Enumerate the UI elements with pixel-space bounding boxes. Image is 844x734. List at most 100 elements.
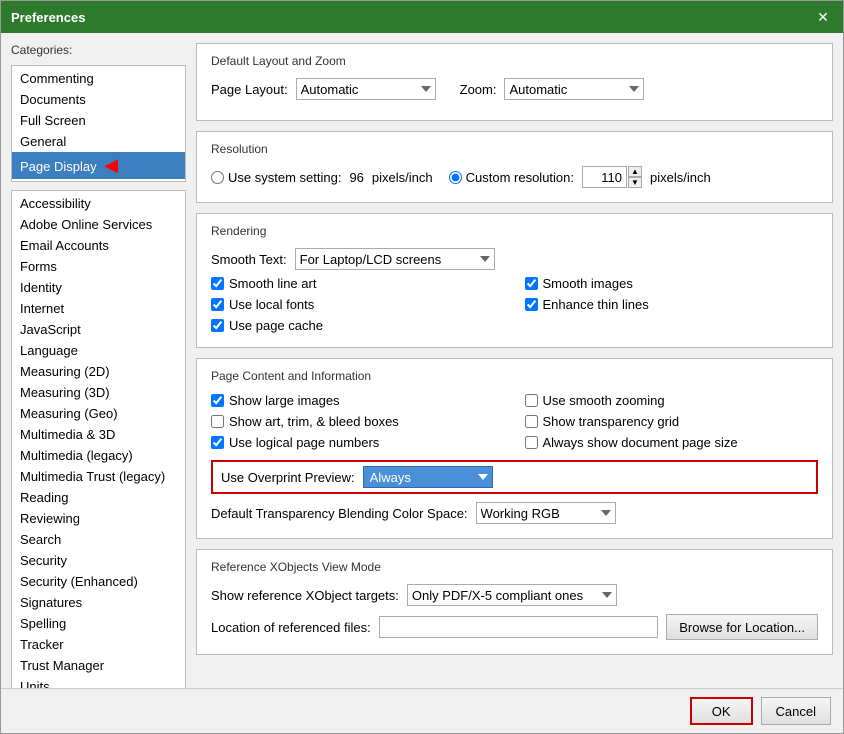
use-page-cache-label: Use page cache bbox=[229, 318, 323, 333]
sidebar-item-trust-manager[interactable]: Trust Manager bbox=[12, 655, 185, 676]
system-value: 96 bbox=[349, 170, 363, 185]
custom-resolution-input[interactable] bbox=[582, 166, 627, 188]
use-smooth-zooming-label: Use smooth zooming bbox=[543, 393, 665, 408]
dialog-title: Preferences bbox=[11, 10, 85, 25]
preferences-dialog: Preferences ✕ Categories: Commenting Doc… bbox=[0, 0, 844, 734]
location-input[interactable] bbox=[379, 616, 659, 638]
transparency-row: Default Transparency Blending Color Spac… bbox=[211, 502, 818, 524]
sidebar-item-multimedia-legacy[interactable]: Multimedia (legacy) bbox=[12, 445, 185, 466]
sidebar-item-internet[interactable]: Internet bbox=[12, 298, 185, 319]
location-label: Location of referenced files: bbox=[211, 620, 371, 635]
sidebar-item-measuring-2d[interactable]: Measuring (2D) bbox=[12, 361, 185, 382]
show-ref-select[interactable]: Only PDF/X-5 compliant ones All None bbox=[407, 584, 617, 606]
sidebar-section-1: Commenting Documents Full Screen General… bbox=[11, 65, 186, 182]
always-show-doc-size-checkbox[interactable] bbox=[525, 436, 538, 449]
browse-for-location-button[interactable]: Browse for Location... bbox=[666, 614, 818, 640]
smooth-text-label: Smooth Text: bbox=[211, 252, 287, 267]
show-art-trim-checkbox[interactable] bbox=[211, 415, 224, 428]
sidebar-item-general[interactable]: General bbox=[12, 131, 185, 152]
xobjects-title: Reference XObjects View Mode bbox=[211, 560, 818, 574]
sidebar-item-reading[interactable]: Reading bbox=[12, 487, 185, 508]
show-transparency-grid-checkbox[interactable] bbox=[525, 415, 538, 428]
cancel-button[interactable]: Cancel bbox=[761, 697, 831, 725]
resolution-title: Resolution bbox=[211, 142, 818, 156]
use-system-label: Use system setting: bbox=[228, 170, 341, 185]
use-page-cache-checkbox[interactable] bbox=[211, 319, 224, 332]
dialog-body: Categories: Commenting Documents Full Sc… bbox=[1, 33, 843, 688]
use-local-fonts-item: Use local fonts bbox=[211, 297, 505, 312]
categories-label: Categories: bbox=[11, 43, 186, 57]
sidebar-item-adobe-online[interactable]: Adobe Online Services bbox=[12, 214, 185, 235]
custom-radio[interactable] bbox=[449, 171, 462, 184]
sidebar-section-2: Accessibility Adobe Online Services Emai… bbox=[11, 190, 186, 688]
use-logical-page-item: Use logical page numbers bbox=[211, 435, 505, 450]
smooth-images-item: Smooth images bbox=[525, 276, 819, 291]
dialog-footer: OK Cancel bbox=[1, 688, 843, 733]
overprint-select[interactable]: Always Never Only for PDF/X bbox=[363, 466, 493, 488]
sidebar-item-security[interactable]: Security bbox=[12, 550, 185, 571]
sidebar: Categories: Commenting Documents Full Sc… bbox=[11, 43, 186, 678]
spin-buttons: ▲ ▼ bbox=[628, 166, 642, 188]
overprint-row: Use Overprint Preview: Always Never Only… bbox=[211, 460, 818, 494]
sidebar-item-measuring-geo[interactable]: Measuring (Geo) bbox=[12, 403, 185, 424]
transparency-select[interactable]: Working RGB Working CMYK bbox=[476, 502, 616, 524]
custom-value-wrap: ▲ ▼ bbox=[582, 166, 642, 188]
sidebar-item-measuring-3d[interactable]: Measuring (3D) bbox=[12, 382, 185, 403]
use-page-cache-item: Use page cache bbox=[211, 318, 505, 333]
custom-resolution-label: Custom resolution: bbox=[466, 170, 574, 185]
sidebar-item-full-screen[interactable]: Full Screen bbox=[12, 110, 185, 131]
sidebar-item-email-accounts[interactable]: Email Accounts bbox=[12, 235, 185, 256]
sidebar-item-commenting[interactable]: Commenting bbox=[12, 68, 185, 89]
use-logical-page-checkbox[interactable] bbox=[211, 436, 224, 449]
sidebar-item-javascript[interactable]: JavaScript bbox=[12, 319, 185, 340]
rendering-title: Rendering bbox=[211, 224, 818, 238]
use-smooth-zooming-checkbox[interactable] bbox=[525, 394, 538, 407]
spin-up-button[interactable]: ▲ bbox=[628, 166, 642, 177]
enhance-thin-lines-label: Enhance thin lines bbox=[543, 297, 649, 312]
sidebar-item-spelling[interactable]: Spelling bbox=[12, 613, 185, 634]
transparency-label: Default Transparency Blending Color Spac… bbox=[211, 506, 468, 521]
use-smooth-zooming-item: Use smooth zooming bbox=[525, 393, 819, 408]
pixels-inch2-label: pixels/inch bbox=[650, 170, 711, 185]
sidebar-item-units[interactable]: Units bbox=[12, 676, 185, 688]
sidebar-item-signatures[interactable]: Signatures bbox=[12, 592, 185, 613]
resolution-section: Resolution Use system setting: 96 pixels… bbox=[196, 131, 833, 203]
show-art-trim-label: Show art, trim, & bleed boxes bbox=[229, 414, 399, 429]
layout-zoom-row: Page Layout: Automatic Single Page Two-U… bbox=[211, 78, 818, 100]
enhance-thin-lines-checkbox[interactable] bbox=[525, 298, 538, 311]
sidebar-item-reviewing[interactable]: Reviewing bbox=[12, 508, 185, 529]
rendering-section: Rendering Smooth Text: For Laptop/LCD sc… bbox=[196, 213, 833, 348]
show-large-images-item: Show large images bbox=[211, 393, 505, 408]
sidebar-item-multimedia-3d[interactable]: Multimedia & 3D bbox=[12, 424, 185, 445]
show-art-trim-item: Show art, trim, & bleed boxes bbox=[211, 414, 505, 429]
use-system-radio[interactable] bbox=[211, 171, 224, 184]
page-layout-select[interactable]: Automatic Single Page Two-Up bbox=[296, 78, 436, 100]
smooth-images-checkbox[interactable] bbox=[525, 277, 538, 290]
smooth-text-select[interactable]: For Laptop/LCD screens None bbox=[295, 248, 495, 270]
ok-button[interactable]: OK bbox=[690, 697, 753, 725]
show-transparency-grid-label: Show transparency grid bbox=[543, 414, 680, 429]
use-local-fonts-checkbox[interactable] bbox=[211, 298, 224, 311]
main-content: Default Layout and Zoom Page Layout: Aut… bbox=[196, 43, 833, 678]
xobjects-section: Reference XObjects View Mode Show refere… bbox=[196, 549, 833, 655]
pixels-inch-label: pixels/inch bbox=[372, 170, 433, 185]
sidebar-item-tracker[interactable]: Tracker bbox=[12, 634, 185, 655]
use-logical-page-label: Use logical page numbers bbox=[229, 435, 379, 450]
sidebar-item-forms[interactable]: Forms bbox=[12, 256, 185, 277]
always-show-doc-size-item: Always show document page size bbox=[525, 435, 819, 450]
sidebar-item-security-enhanced[interactable]: Security (Enhanced) bbox=[12, 571, 185, 592]
sidebar-item-language[interactable]: Language bbox=[12, 340, 185, 361]
smooth-images-label: Smooth images bbox=[543, 276, 633, 291]
sidebar-item-identity[interactable]: Identity bbox=[12, 277, 185, 298]
sidebar-item-page-display[interactable]: Page Display ◀ bbox=[12, 152, 185, 179]
close-button[interactable]: ✕ bbox=[813, 7, 833, 27]
sidebar-item-documents[interactable]: Documents bbox=[12, 89, 185, 110]
sidebar-item-accessibility[interactable]: Accessibility bbox=[12, 193, 185, 214]
zoom-select[interactable]: Automatic 50% 100% bbox=[504, 78, 644, 100]
sidebar-item-search[interactable]: Search bbox=[12, 529, 185, 550]
spin-down-button[interactable]: ▼ bbox=[628, 177, 642, 188]
smooth-line-art-checkbox[interactable] bbox=[211, 277, 224, 290]
sidebar-item-multimedia-trust[interactable]: Multimedia Trust (legacy) bbox=[12, 466, 185, 487]
show-ref-row: Show reference XObject targets: Only PDF… bbox=[211, 584, 818, 606]
show-large-images-checkbox[interactable] bbox=[211, 394, 224, 407]
